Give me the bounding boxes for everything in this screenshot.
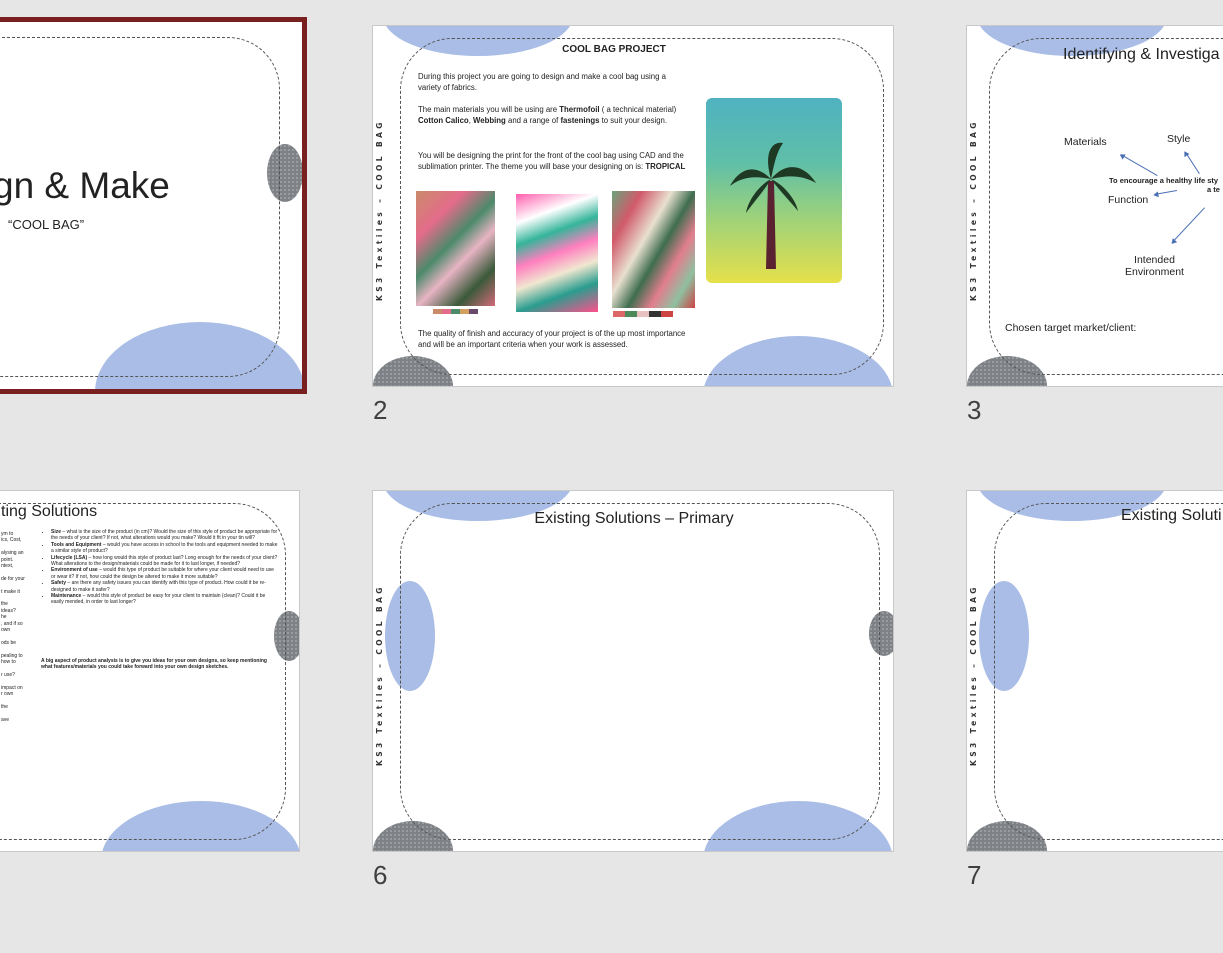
slide-frame [400, 503, 880, 840]
slide-thumbnail-5[interactable]: ting Solutions ym to ics, Cost, alysing a… [0, 490, 300, 852]
paragraph-materials: The main materials you will be using are… [418, 105, 677, 125]
criteria-item: Size – what is the size of the product (… [51, 529, 279, 542]
side-label: KS3 Textiles – COOL BAG [375, 119, 384, 301]
palm-tree-icon [730, 142, 816, 269]
slide-frame [994, 503, 1223, 840]
slide-thumbnail-2[interactable]: KS3 Textiles – COOL BAG COOL BAG PROJECT… [372, 25, 894, 387]
left-column-text: ym to ics, Cost, alysing an point. ntext, d… [1, 531, 25, 723]
slide-number: 2 [373, 395, 388, 425]
summary-text: A big aspect of product analysis is to g… [41, 658, 267, 671]
slide-title: Existing Solutions – Primary [534, 510, 734, 527]
swatch-row [613, 311, 673, 317]
mindmap-materials: Materials [1064, 136, 1107, 148]
mindmap-function: Function [1108, 194, 1149, 206]
criteria-item: Maintenance – would this style of produc… [51, 593, 279, 606]
paragraph-quality: The quality of finish and accuracy of yo… [418, 329, 686, 349]
slide-heading: COOL BAG PROJECT [562, 44, 666, 55]
swatch-row [433, 309, 478, 314]
paragraph-design: You will be designing the print for the … [418, 151, 686, 171]
mindmap-style: Style [1167, 133, 1191, 145]
moodboard-image-1 [416, 191, 495, 306]
side-label: KS3 Textiles – COOL BAG [375, 584, 384, 766]
slide-thumbnail-3[interactable]: KS3 Textiles – COOL BAG Identifying & In… [966, 25, 1223, 387]
slide-number: 3 [967, 395, 982, 425]
slide-title: ting Solutions [1, 503, 98, 520]
slide-thumbnail-1[interactable]: gn & Make “COOL BAG” [0, 17, 307, 394]
mindmap-intended-environment: Intended Environment [1125, 254, 1184, 278]
criteria-item: Environment of use – would this type of … [51, 567, 279, 580]
criteria-item: Lifecycle (LSA) – how long would this st… [51, 555, 279, 568]
slide-title: gn & Make [0, 165, 170, 206]
slide-thumbnail-7[interactable]: KS3 Textiles – COOL BAG Existing Soluti [966, 490, 1223, 852]
criteria-item: Tools and Equipment – would you have acc… [51, 542, 279, 555]
moodboard-image-2 [516, 194, 598, 312]
slide-number: 6 [373, 860, 388, 890]
side-label: KS3 Textiles – COOL BAG [969, 119, 978, 301]
slide-title: Existing Soluti [1121, 507, 1222, 524]
criteria-list: Size – what is the size of the product (… [43, 529, 279, 606]
slide-frame [0, 37, 280, 377]
paragraph-intro: During this project you are going to des… [418, 72, 666, 92]
side-label: KS3 Textiles – COOL BAG [969, 584, 978, 766]
slide-subtitle: “COOL BAG” [8, 217, 85, 232]
slide-thumbnail-6[interactable]: KS3 Textiles – COOL BAG Existing Solutio… [372, 490, 894, 852]
moodboard-image-3 [612, 191, 695, 308]
target-market-label: Chosen target market/client: [1005, 322, 1137, 334]
slide-title: Identifying & Investiga [1063, 46, 1220, 63]
slide-number: 7 [967, 860, 982, 890]
criteria-item: Safety – are there any safety issues you… [51, 580, 279, 593]
